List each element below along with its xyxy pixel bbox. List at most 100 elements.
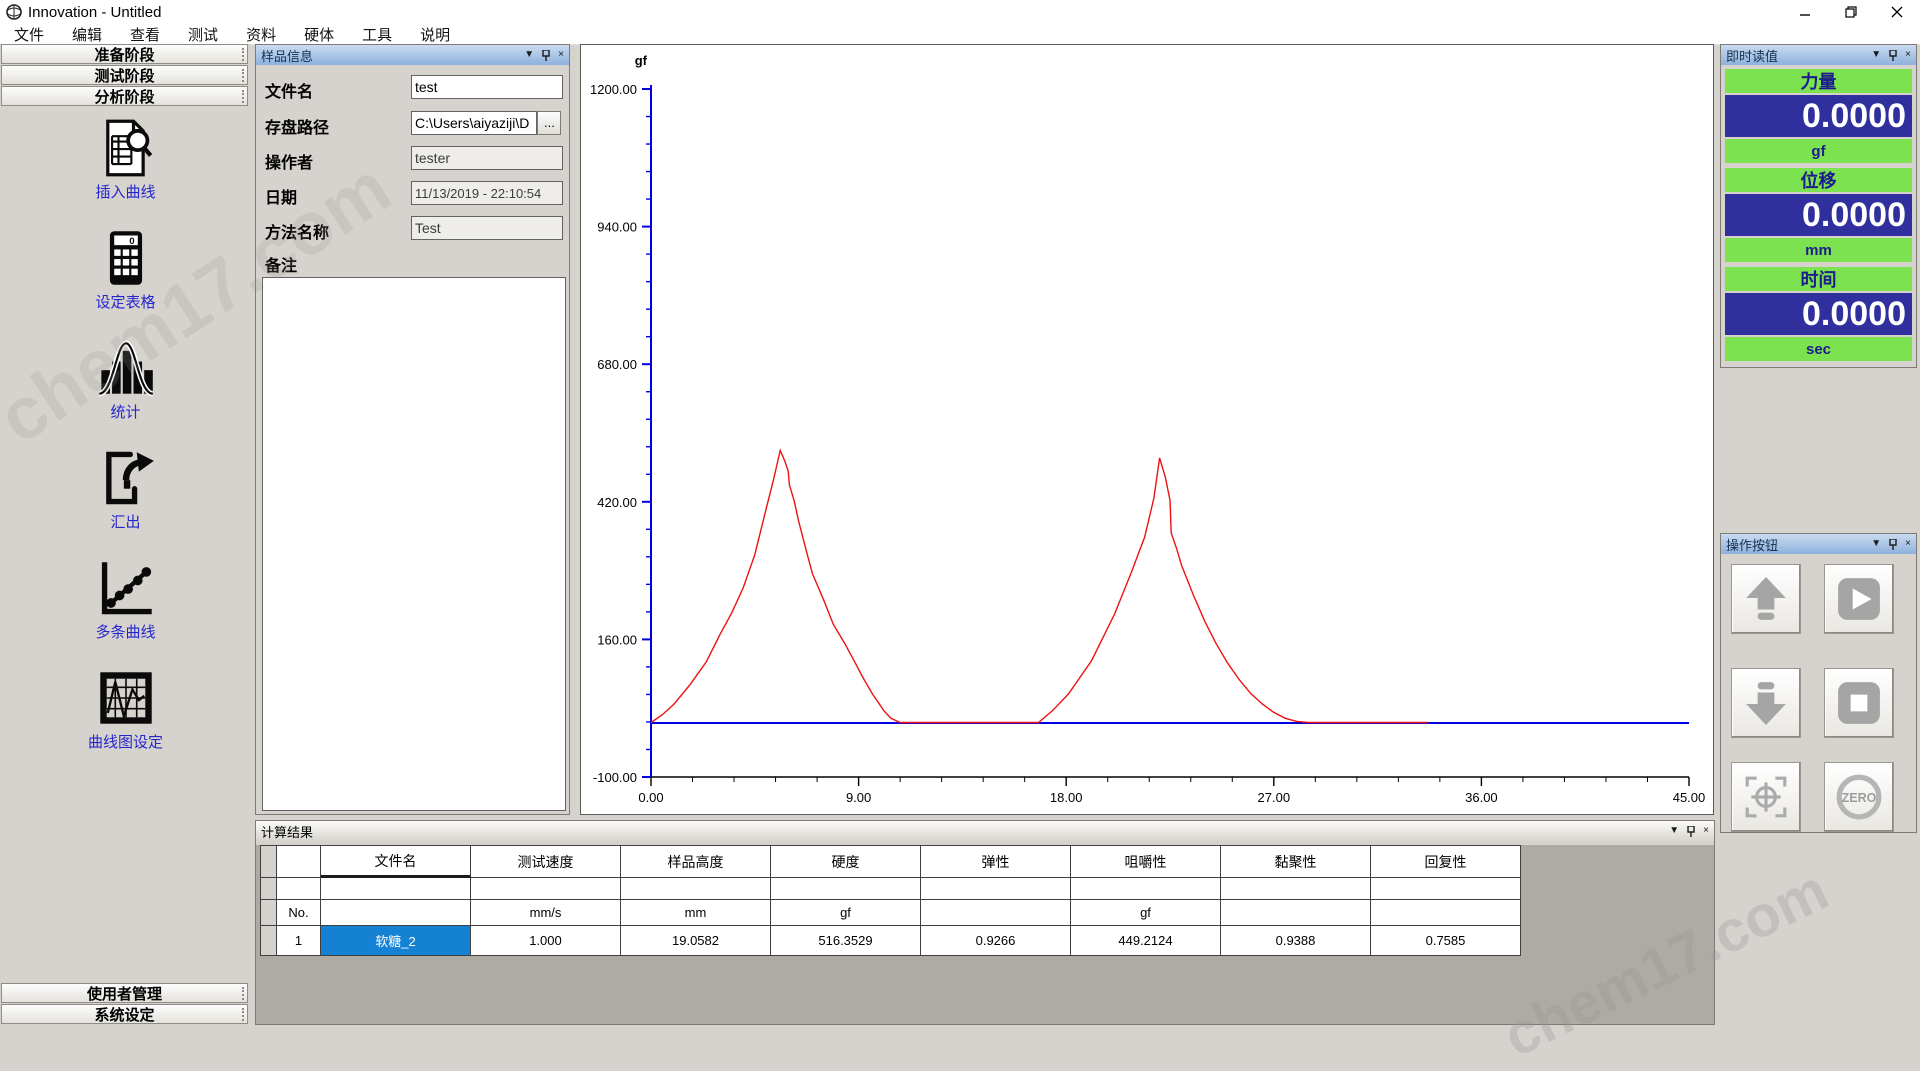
dropdown-icon[interactable]: ▼: [1871, 539, 1881, 549]
menu-tools[interactable]: 工具: [348, 24, 406, 45]
time-unit: sec: [1725, 337, 1912, 361]
zero-button[interactable]: ZERO: [1824, 762, 1894, 832]
method-name-input: [411, 216, 563, 240]
stop-icon: [1836, 680, 1882, 726]
col-header-cohesiveness[interactable]: 黏聚性: [1221, 846, 1371, 878]
force-time-chart: 1200.00940.00680.00420.00160.00-100.000.…: [581, 45, 1713, 814]
grip-icon: [242, 90, 244, 103]
tool-chart-settings[interactable]: 曲线图设定: [0, 668, 251, 770]
stage-analysis-label: 分析阶段: [94, 86, 154, 107]
row-handle[interactable]: [261, 926, 277, 956]
chewiness-cell[interactable]: 449.2124: [1071, 926, 1221, 956]
dropdown-icon[interactable]: ▼: [1669, 826, 1679, 836]
spacer-cell: [1221, 878, 1371, 900]
displacement-label: 位移: [1725, 168, 1912, 192]
col-header-hardness[interactable]: 硬度: [771, 846, 921, 878]
arrow-down-icon: [1743, 680, 1789, 726]
user-management-label: 使用者管理: [87, 983, 162, 1004]
table-setup-icon: 0: [96, 228, 156, 288]
no-header-cell: No.: [277, 900, 321, 926]
col-header-test-speed[interactable]: 测试速度: [471, 846, 621, 878]
resilience-cell[interactable]: 0.7585: [1371, 926, 1521, 956]
start-button[interactable]: [1824, 564, 1894, 634]
dropdown-icon[interactable]: ▼: [1871, 50, 1881, 60]
test-speed-cell[interactable]: 1.000: [471, 926, 621, 956]
close-icon[interactable]: ×: [1703, 826, 1709, 836]
target-button[interactable]: [1731, 762, 1801, 832]
menu-edit[interactable]: 编辑: [58, 24, 116, 45]
tool-multi-curve[interactable]: 多条曲线: [0, 558, 251, 660]
svg-text:9.00: 9.00: [846, 790, 871, 805]
tool-statistics[interactable]: 统计: [0, 338, 251, 440]
sidebar: 准备阶段 测试阶段 分析阶段 插入曲线: [0, 44, 251, 1025]
date-label: 日期: [265, 184, 297, 208]
notes-textarea[interactable]: [262, 277, 566, 811]
sample-info-panel: 样品信息 ▼ × 文件名 存盘路径 ... 操作者 日期 方法名称 备注: [255, 44, 570, 815]
browse-button[interactable]: ...: [537, 111, 561, 135]
col-header-resilience[interactable]: 回复性: [1371, 846, 1521, 878]
filename-input[interactable]: [411, 75, 563, 99]
menu-file[interactable]: 文件: [0, 24, 58, 45]
close-icon[interactable]: ×: [558, 50, 564, 60]
svg-text:680.00: 680.00: [597, 357, 637, 372]
unit-cell: [321, 900, 471, 926]
close-icon[interactable]: ×: [1905, 539, 1911, 549]
user-management-bar[interactable]: 使用者管理: [1, 983, 248, 1003]
unit-cell: gf: [771, 900, 921, 926]
force-reading: 力量 0.0000 gf: [1725, 69, 1912, 163]
cohesiveness-cell[interactable]: 0.9388: [1221, 926, 1371, 956]
tool-insert-curve-label: 插入曲线: [0, 181, 251, 202]
menu-test[interactable]: 测试: [174, 24, 232, 45]
close-button[interactable]: [1874, 0, 1920, 24]
col-header-filename[interactable]: 文件名: [321, 846, 471, 878]
save-path-label: 存盘路径: [265, 114, 329, 138]
col-header-chewiness[interactable]: 咀嚼性: [1071, 846, 1221, 878]
system-settings-label: 系统设定: [94, 1004, 154, 1025]
svg-text:940.00: 940.00: [597, 220, 637, 235]
tool-table-setup[interactable]: 0 设定表格: [0, 228, 251, 330]
pin-icon[interactable]: [1687, 826, 1695, 837]
stop-button[interactable]: [1824, 668, 1894, 738]
col-header-springiness[interactable]: 弹性: [921, 846, 1071, 878]
stage-analysis[interactable]: 分析阶段: [1, 86, 248, 106]
svg-text:0.00: 0.00: [638, 790, 663, 805]
dropdown-icon[interactable]: ▼: [524, 50, 534, 60]
sample-height-cell[interactable]: 19.0582: [621, 926, 771, 956]
pin-icon[interactable]: [1889, 50, 1897, 61]
tool-insert-curve[interactable]: 插入曲线: [0, 118, 251, 220]
menu-data[interactable]: 资料: [232, 24, 290, 45]
force-label: 力量: [1725, 69, 1912, 93]
row-number-cell[interactable]: 1: [277, 926, 321, 956]
save-path-input[interactable]: [411, 111, 537, 135]
close-icon[interactable]: ×: [1905, 50, 1911, 60]
spacer-cell: [621, 878, 771, 900]
table-header-blank: [277, 846, 321, 878]
filename-cell-selected[interactable]: 软糖_2: [321, 926, 471, 956]
pin-icon[interactable]: [1889, 539, 1897, 550]
col-header-sample-height[interactable]: 样品高度: [621, 846, 771, 878]
stage-prepare[interactable]: 准备阶段: [1, 44, 248, 64]
multi-curve-icon: [96, 558, 156, 618]
menu-view[interactable]: 查看: [116, 24, 174, 45]
jog-down-button[interactable]: [1731, 668, 1801, 738]
play-icon: [1836, 576, 1882, 622]
export-icon: [96, 448, 156, 508]
operation-buttons-header: 操作按钮 ▼ ×: [1721, 534, 1916, 554]
menu-hardware[interactable]: 硬体: [290, 24, 348, 45]
minimize-button[interactable]: [1782, 0, 1828, 24]
springiness-cell[interactable]: 0.9266: [921, 926, 1071, 956]
tool-export[interactable]: 汇出: [0, 448, 251, 550]
svg-text:1200.00: 1200.00: [590, 82, 637, 97]
spacer-cell: [1071, 878, 1221, 900]
restore-button[interactable]: [1828, 0, 1874, 24]
zero-icon: ZERO: [1834, 772, 1884, 822]
system-settings-bar[interactable]: 系统设定: [1, 1004, 248, 1024]
jog-up-button[interactable]: [1731, 564, 1801, 634]
pin-icon[interactable]: [542, 50, 550, 61]
hardness-cell[interactable]: 516.3529: [771, 926, 921, 956]
svg-text:36.00: 36.00: [1465, 790, 1498, 805]
insert-curve-icon: [96, 118, 156, 178]
menu-help[interactable]: 说明: [406, 24, 464, 45]
svg-text:18.00: 18.00: [1050, 790, 1083, 805]
stage-test[interactable]: 测试阶段: [1, 65, 248, 85]
